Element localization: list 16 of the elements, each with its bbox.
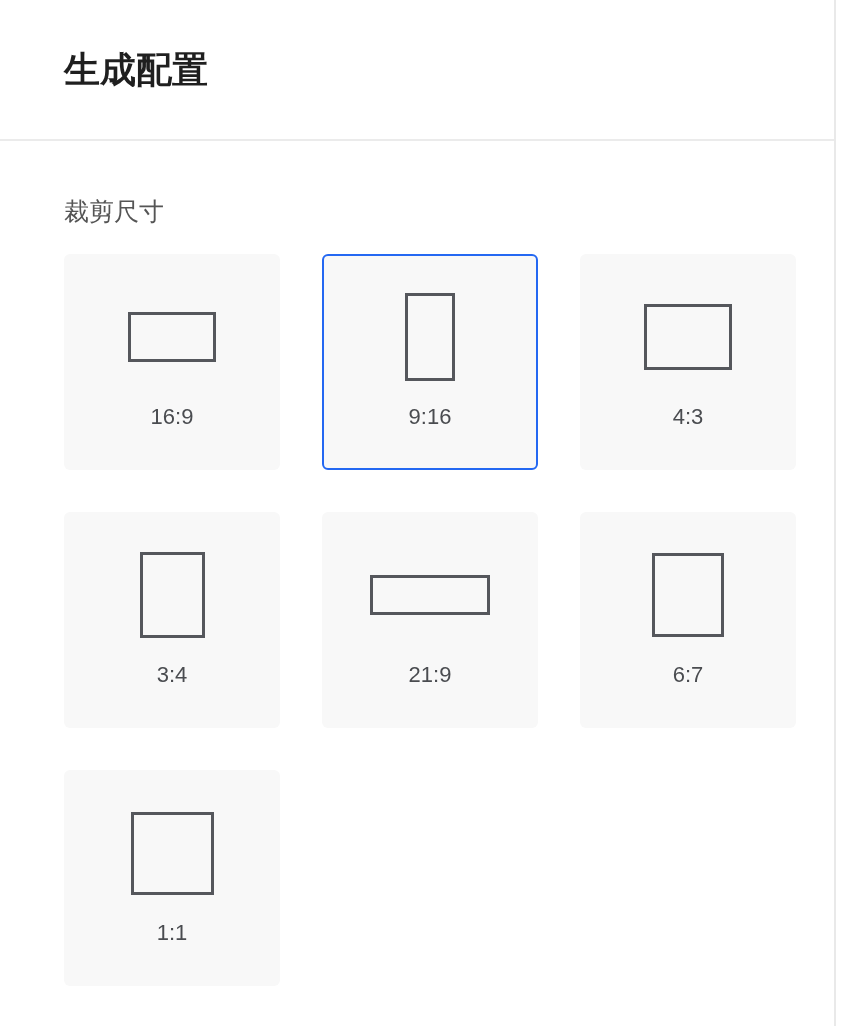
aspect-ratio-option[interactable]: 6:7 — [580, 512, 796, 728]
rectangle-icon — [644, 304, 732, 370]
aspect-ratio-option[interactable]: 21:9 — [322, 512, 538, 728]
rectangle-icon — [652, 553, 724, 637]
section-label: 裁剪尺寸 — [64, 196, 165, 226]
aspect-ratio-option[interactable]: 3:4 — [64, 512, 280, 728]
aspect-ratio-option[interactable]: 4:3 — [580, 254, 796, 470]
rectangle-icon — [370, 575, 490, 615]
panel-title: 生成配置 — [64, 47, 208, 92]
rectangle-icon — [139, 552, 205, 638]
aspect-ratio-option[interactable]: 9:16 — [322, 254, 538, 470]
aspect-ratio-option[interactable]: 16:9 — [64, 254, 280, 470]
aspect-ratio-option[interactable]: 1:1 — [64, 770, 280, 986]
square-icon — [130, 811, 214, 895]
rectangle-icon — [405, 293, 455, 381]
rectangle-icon — [128, 312, 216, 362]
